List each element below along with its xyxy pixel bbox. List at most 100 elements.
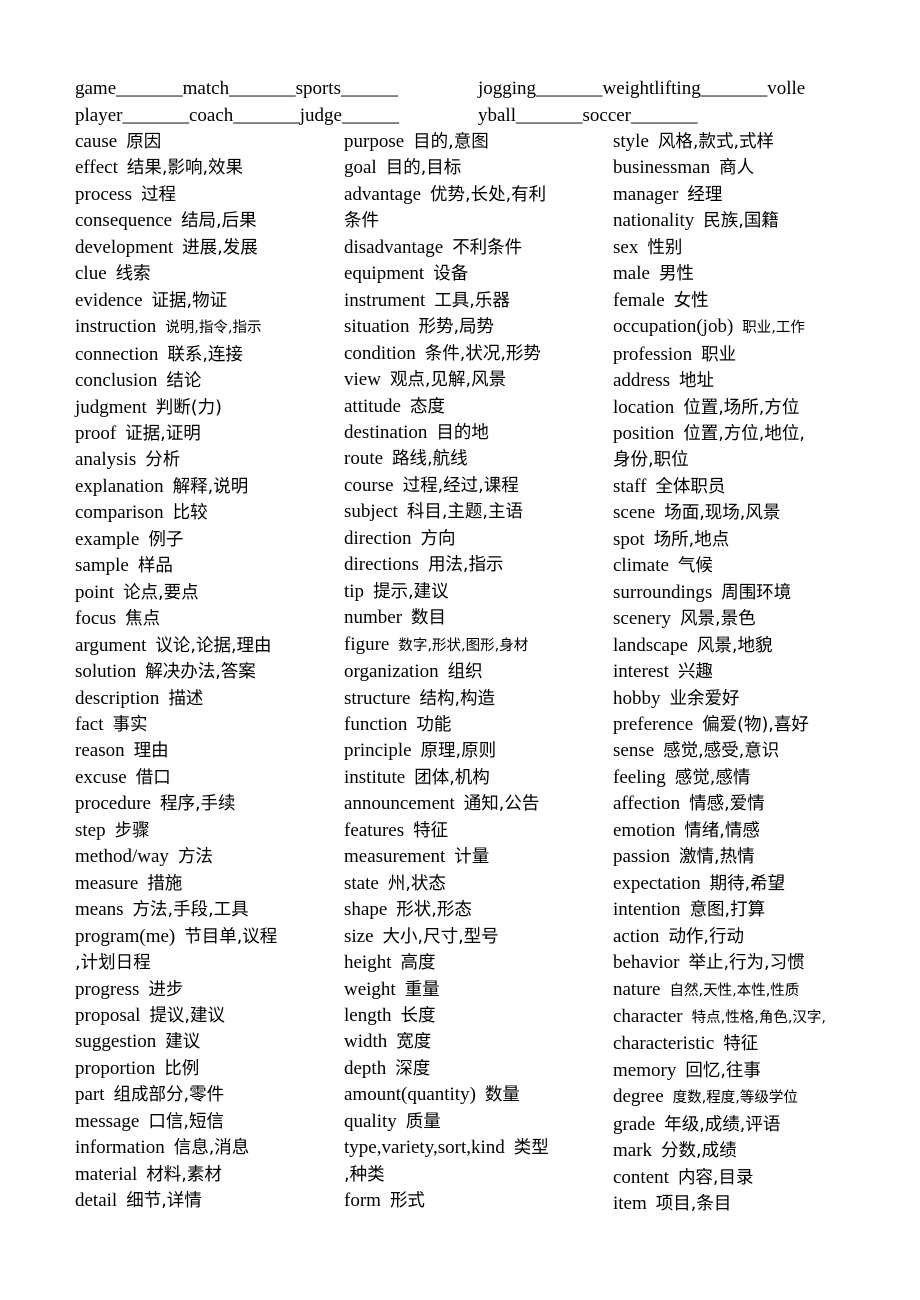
chinese-meaning: 结局,后果 [181, 211, 257, 232]
english-word: effect [75, 157, 118, 179]
header-row-2: player_______coach_______judge______ yba… [75, 103, 855, 130]
vocab-entry: conclusion 结论 [75, 368, 337, 394]
vocab-entry: amount(quantity) 数量 [344, 1082, 606, 1108]
vocab-entry: advantage 优势,长处,有利 条件 [344, 182, 606, 235]
chinese-meaning: 地址 [678, 371, 714, 392]
chinese-meaning: 分析 [145, 450, 181, 471]
chinese-meaning: 论点,要点 [123, 582, 199, 603]
vocab-entry: procedure 程序,手续 [75, 791, 337, 817]
english-word: figure [344, 633, 390, 655]
english-word: mark [613, 1140, 653, 1162]
vocab-entry: quality 质量 [344, 1109, 606, 1135]
chinese-meaning: 比例 [164, 1058, 200, 1079]
english-word: organization [344, 661, 439, 683]
english-word: sense [613, 740, 655, 762]
english-word: weight [344, 978, 396, 1000]
english-word: grade [613, 1113, 656, 1135]
english-word: position [613, 422, 675, 444]
chinese-meaning: 设备 [433, 264, 469, 285]
vocab-entry: consequence 结局,后果 [75, 208, 337, 234]
english-word: solution [75, 661, 137, 683]
vocab-entry: directions 用法,指示 [344, 552, 606, 578]
chinese-meaning: 计量 [454, 847, 490, 868]
english-word: judgment [75, 396, 147, 418]
english-word: announcement [344, 793, 455, 815]
vocab-entry: profession 职业 [613, 342, 863, 368]
chinese-meaning: 路线,航线 [392, 449, 468, 470]
chinese-meaning: 目的,目标 [385, 158, 462, 179]
english-word: directions [344, 554, 419, 576]
vocab-entry: passion 激情,热情 [613, 844, 863, 870]
english-word: sex [613, 236, 639, 258]
chinese-meaning: 长度 [400, 1005, 436, 1026]
chinese-meaning: 描述 [168, 688, 204, 709]
english-word: scene [613, 502, 656, 524]
vocab-entry: nationality 民族,国籍 [613, 208, 863, 234]
vocab-entry: analysis 分析 [75, 447, 337, 473]
vocab-entry: depth 深度 [344, 1056, 606, 1082]
english-word: tip [344, 580, 365, 602]
vocab-column-1: cause 原因 effect 结果,影响,效果 process 过程 consequenc… [75, 129, 337, 1215]
english-word: businessman [613, 157, 711, 179]
chinese-meaning: 提示,建议 [373, 581, 449, 602]
vocab-entry: suggestion 建议 [75, 1029, 337, 1055]
vocab-entry: surroundings 周围环境 [613, 580, 863, 606]
english-word: size [344, 925, 374, 947]
vocab-entry: course 过程,经过,课程 [344, 473, 606, 499]
english-word: passion [613, 846, 670, 868]
vocab-entry: organization 组织 [344, 659, 606, 685]
vocab-entry: position 位置,方位,地位, 身份,职位 [613, 421, 863, 474]
english-word: equipment [344, 263, 425, 285]
chinese-meaning: 职业 [701, 344, 737, 365]
chinese-meaning: 信息,消息 [173, 1138, 250, 1159]
chinese-meaning: 项目,条目 [655, 1194, 732, 1215]
chinese-meaning: 女性 [673, 290, 709, 311]
english-word: width [344, 1031, 388, 1053]
english-word: development [75, 236, 174, 258]
chinese-meaning: 民族,国籍 [703, 211, 779, 232]
vocab-entry: weight 重量 [344, 977, 606, 1003]
chinese-meaning: 方法 [177, 847, 213, 868]
chinese-meaning: 回忆,往事 [685, 1060, 761, 1081]
chinese-meaning: 方法,手段,工具 [132, 900, 249, 921]
english-word: proportion [75, 1057, 156, 1079]
vocab-entry: type,variety,sort,kind 类型 ,种类 [344, 1135, 606, 1188]
vocab-entry: degree 度数,程度,等级学位 [613, 1084, 863, 1111]
chinese-meaning-continued: ,种类 [344, 1164, 385, 1185]
chinese-meaning: 感觉,感受,意识 [663, 741, 780, 762]
english-word: structure [344, 687, 411, 709]
chinese-meaning: 场面,现场,风景 [664, 503, 781, 524]
vocab-entry: emotion 情绪,情感 [613, 818, 863, 844]
vocab-entry: subject 科目,主题,主语 [344, 499, 606, 525]
vocab-entry: landscape 风景,地貌 [613, 633, 863, 659]
english-word: part [75, 1084, 105, 1106]
chinese-meaning: 过程,经过,课程 [402, 475, 519, 496]
chinese-meaning: 方向 [420, 528, 456, 549]
english-word: measurement [344, 846, 446, 868]
english-word: material [75, 1163, 138, 1185]
chinese-meaning: 线索 [115, 264, 151, 285]
english-word: style [613, 131, 649, 152]
chinese-meaning: 意图,打算 [689, 900, 766, 921]
chinese-meaning-continued: 身份,职位 [613, 450, 689, 471]
english-word: surroundings [613, 581, 713, 603]
english-word: staff [613, 475, 647, 497]
vocab-entry: principle 原理,原则 [344, 738, 606, 764]
chinese-meaning: 步骤 [114, 820, 150, 841]
chinese-meaning-continued: 条件 [344, 211, 379, 232]
chinese-meaning: 目的地 [436, 422, 489, 443]
chinese-meaning: 数字,形状,图形,身材 [398, 637, 529, 654]
chinese-meaning: 风格,款式,式样 [657, 132, 775, 152]
vocab-entry: explanation 解释,说明 [75, 474, 337, 500]
english-word: means [75, 899, 124, 921]
vocab-entry: example 例子 [75, 527, 337, 553]
chinese-meaning: 解决办法,答案 [145, 662, 256, 683]
vocab-entry: connection 联系,连接 [75, 342, 337, 368]
vocab-entry: figure 数字,形状,图形,身材 [344, 632, 606, 659]
english-word: point [75, 581, 115, 603]
english-word: course [344, 474, 394, 496]
english-word: state [344, 872, 379, 894]
vocab-entry: businessman 商人 [613, 155, 863, 181]
chinese-meaning: 材料,素材 [146, 1164, 222, 1185]
vocab-entry: shape 形状,形态 [344, 897, 606, 923]
